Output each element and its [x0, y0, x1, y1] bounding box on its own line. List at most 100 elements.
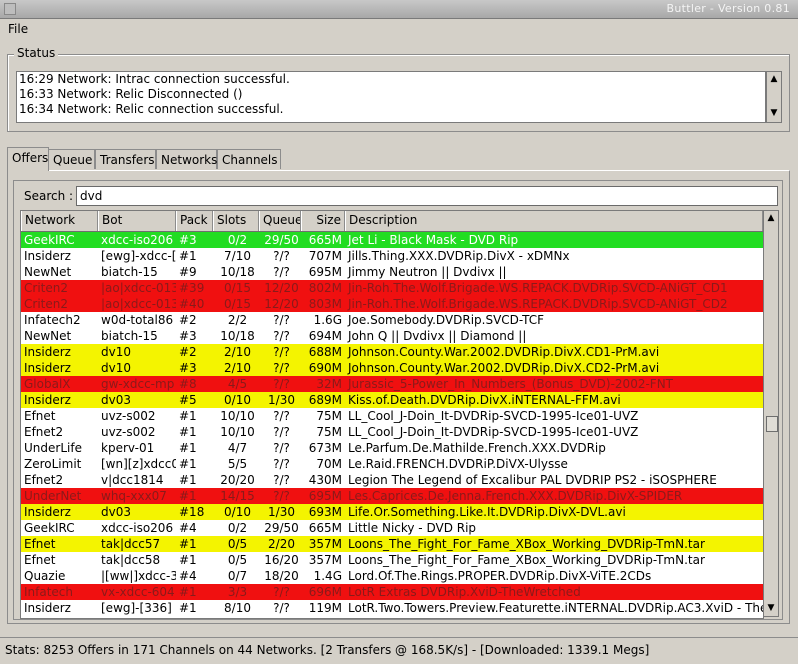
cell-size: 70M [316, 457, 342, 471]
table-row[interactable]: GlobalX gw-xdcc-mp #8 4/5 ?/? 32M Jurassic_5-P… [21, 376, 763, 392]
cell-size: 1.4G [313, 569, 342, 583]
cell-pack: #18 [179, 505, 205, 519]
scroll-down-icon[interactable]: ▼ [765, 602, 777, 614]
cell-pack: #4 [179, 569, 197, 583]
table-row[interactable]: UnderNet whq-xxx07 #1 14/15 ?/? 695M Les.Capri… [21, 488, 763, 504]
window-menu-icon[interactable] [4, 3, 16, 15]
cell-bot: dv10 [101, 345, 131, 359]
cell-network: Insiderz [24, 249, 71, 263]
cell-slots: 10/10 [220, 425, 255, 439]
tab-queue[interactable]: Queue [48, 149, 95, 169]
table-row[interactable]: Insiderz dv10 #2 2/10 ?/? 688M Johnson.County.… [21, 344, 763, 360]
table-row[interactable]: Insiderz dv10 #3 2/10 ?/? 690M Johnson.County.… [21, 360, 763, 376]
cell-queue: ?/? [273, 265, 290, 279]
col-slots[interactable]: Slots [213, 211, 259, 231]
col-size[interactable]: Size [301, 211, 345, 231]
cell-bot: vx-xdcc-604 [101, 585, 175, 599]
cell-description: Le.Raid.FRENCH.DVDRiP.DiVX-Ulysse [348, 457, 568, 471]
table-row[interactable]: Efnet tak|dcc57 #1 0/5 2/20 357M Loons_The_Fig… [21, 536, 763, 552]
table-row[interactable]: UnderLife kperv-01 #1 4/7 ?/? 673M Le.Parfum.D… [21, 440, 763, 456]
cell-queue: 12/20 [264, 281, 299, 295]
status-line: 16:34 Network: Relic connection successf… [19, 102, 284, 116]
cell-size: 75M [316, 409, 342, 423]
status-line: 16:29 Network: Intrac connection success… [19, 72, 290, 86]
cell-pack: #9 [179, 265, 197, 279]
status-scrollbar[interactable]: ▲ ▼ [766, 71, 782, 123]
col-pack[interactable]: Pack [176, 211, 213, 231]
table-row[interactable]: GeekIRC xdcc-iso206 #3 0/2 29/50 665M Jet Li -… [21, 232, 763, 248]
table-row[interactable]: Efnet tak|dcc58 #1 0/5 16/20 357M Loons_The_Fi… [21, 552, 763, 568]
table-row[interactable]: Quazie |[ww|]xdcc-3 #4 0/7 18/20 1.4G Lord.Of.… [21, 568, 763, 584]
table-row[interactable]: Insiderz dv03 #5 0/10 1/30 689M Kiss.of.Death.… [21, 392, 763, 408]
table-row[interactable]: Insiderz [ewg]-[336] #1 8/10 ?/? 119M LotR.Two… [21, 600, 763, 616]
table-row[interactable]: ZeroLimit [wn][z]xdcc0 #1 5/5 ?/? 70M Le.Raid.… [21, 456, 763, 472]
cell-network: GeekIRC [24, 233, 75, 247]
scroll-down-icon[interactable]: ▼ [768, 107, 780, 119]
table-header: Network Bot Pack Slots Queue Size Descri… [21, 211, 763, 232]
cell-slots: 0/2 [227, 233, 248, 247]
scroll-up-icon[interactable]: ▲ [768, 73, 780, 85]
table-row[interactable]: Criten2 |ao|xdcc-013 #40 0/15 12/20 803M Jin-R… [21, 296, 763, 312]
cell-pack: #1 [179, 553, 197, 567]
cell-queue: 18/20 [264, 569, 299, 583]
col-queue[interactable]: Queue [259, 211, 301, 231]
tab-transfers[interactable]: Transfers [95, 149, 156, 169]
cell-queue: ?/? [273, 425, 290, 439]
table-row[interactable]: Criten2 |ao|xdcc-013 #39 0/15 12/20 802M Jin-R… [21, 280, 763, 296]
cell-queue: ?/? [273, 409, 290, 423]
cell-description: Legion The Legend of Excalibur PAL DVDRI… [348, 473, 717, 487]
cell-pack: #4 [179, 521, 197, 535]
cell-pack: #2 [179, 313, 197, 327]
cell-description: LotR.Two.Towers.Preview.Featurette.iNTER… [348, 601, 763, 615]
offers-table[interactable]: Network Bot Pack Slots Queue Size Descri… [20, 210, 764, 619]
cell-size: 802M [308, 281, 342, 295]
table-row[interactable]: Insiderz [ewg]-xdcc-[#1 7/10 ?/? 707M Jills.T… [21, 248, 763, 264]
table-row[interactable]: Insiderz dv03 #18 0/10 1/30 693M Life.Or.Somet… [21, 504, 763, 520]
search-input[interactable] [76, 186, 778, 206]
scroll-thumb[interactable] [766, 416, 778, 432]
cell-slots: 4/5 [227, 377, 248, 391]
cell-size: 689M [308, 393, 342, 407]
cell-bot: uvz-s002 [101, 409, 156, 423]
cell-network: Criten2 [24, 297, 68, 311]
table-row[interactable]: GeekIRC xdcc-iso206 #4 0/2 29/50 665M Little N… [21, 520, 763, 536]
tab-channels[interactable]: Channels [217, 149, 281, 169]
cell-slots: 0/10 [224, 393, 251, 407]
cell-queue: 1/30 [268, 393, 295, 407]
cell-bot: w0d-total86 [101, 313, 174, 327]
table-row[interactable]: Infatech2 w0d-total86 #2 2/2 ?/? 1.6G Joe.Some… [21, 312, 763, 328]
cell-queue: ?/? [273, 361, 290, 375]
cell-pack: #3 [179, 361, 197, 375]
menu-file[interactable]: File [6, 22, 30, 36]
table-row[interactable]: Efnet2 uvz-s002 #1 10/10 ?/? 75M LL_Cool_J-Doi… [21, 424, 763, 440]
col-bot[interactable]: Bot [98, 211, 176, 231]
cell-pack: #1 [179, 441, 197, 455]
cell-size: 1.6G [313, 313, 342, 327]
cell-pack: #2 [179, 345, 197, 359]
tab-offers[interactable]: Offers [7, 147, 49, 171]
menu-bar: File [0, 19, 798, 41]
cell-bot: kperv-01 [101, 441, 155, 455]
cell-pack: #8 [179, 377, 197, 391]
cell-pack: #1 [179, 489, 197, 503]
cell-size: 690M [308, 361, 342, 375]
cell-pack: #1 [179, 601, 197, 615]
table-row[interactable]: NewNet biatch-15 #3 10/18 ?/? 694M John Q || D… [21, 328, 763, 344]
table-row[interactable]: Efnet uvz-s002 #1 10/10 ?/? 75M LL_Cool_J-Doin… [21, 408, 763, 424]
table-row[interactable]: NewNet biatch-15 #9 10/18 ?/? 695M Jimmy Neutr… [21, 264, 763, 280]
status-log[interactable]: 16:29 Network: Intrac connection success… [16, 71, 766, 123]
table-row[interactable]: Infatech vx-xdcc-604 #1 3/3 ?/? 696M LotR Extr… [21, 584, 763, 600]
scroll-up-icon[interactable]: ▲ [765, 212, 777, 224]
table-row[interactable]: Efnet2 v|dcc1814 #1 20/20 ?/? 430M Legion The … [21, 472, 763, 488]
col-description[interactable]: Description [345, 211, 763, 231]
cell-description: Jills.Thing.XXX.DVDRip.DivX - xDMNx [348, 249, 570, 263]
cell-slots: 2/10 [224, 361, 251, 375]
cell-queue: ?/? [273, 377, 290, 391]
cell-bot: tak|dcc57 [101, 537, 161, 551]
col-network[interactable]: Network [21, 211, 98, 231]
cell-description: Jin-Roh.The.Wolf.Brigade.WS.REPACK.DVDRi… [348, 281, 728, 295]
cell-network: Efnet [24, 409, 56, 423]
table-scrollbar[interactable]: ▲ ▼ [763, 210, 779, 617]
tab-networks[interactable]: Networks [156, 149, 217, 169]
cell-network: NewNet [24, 265, 72, 279]
